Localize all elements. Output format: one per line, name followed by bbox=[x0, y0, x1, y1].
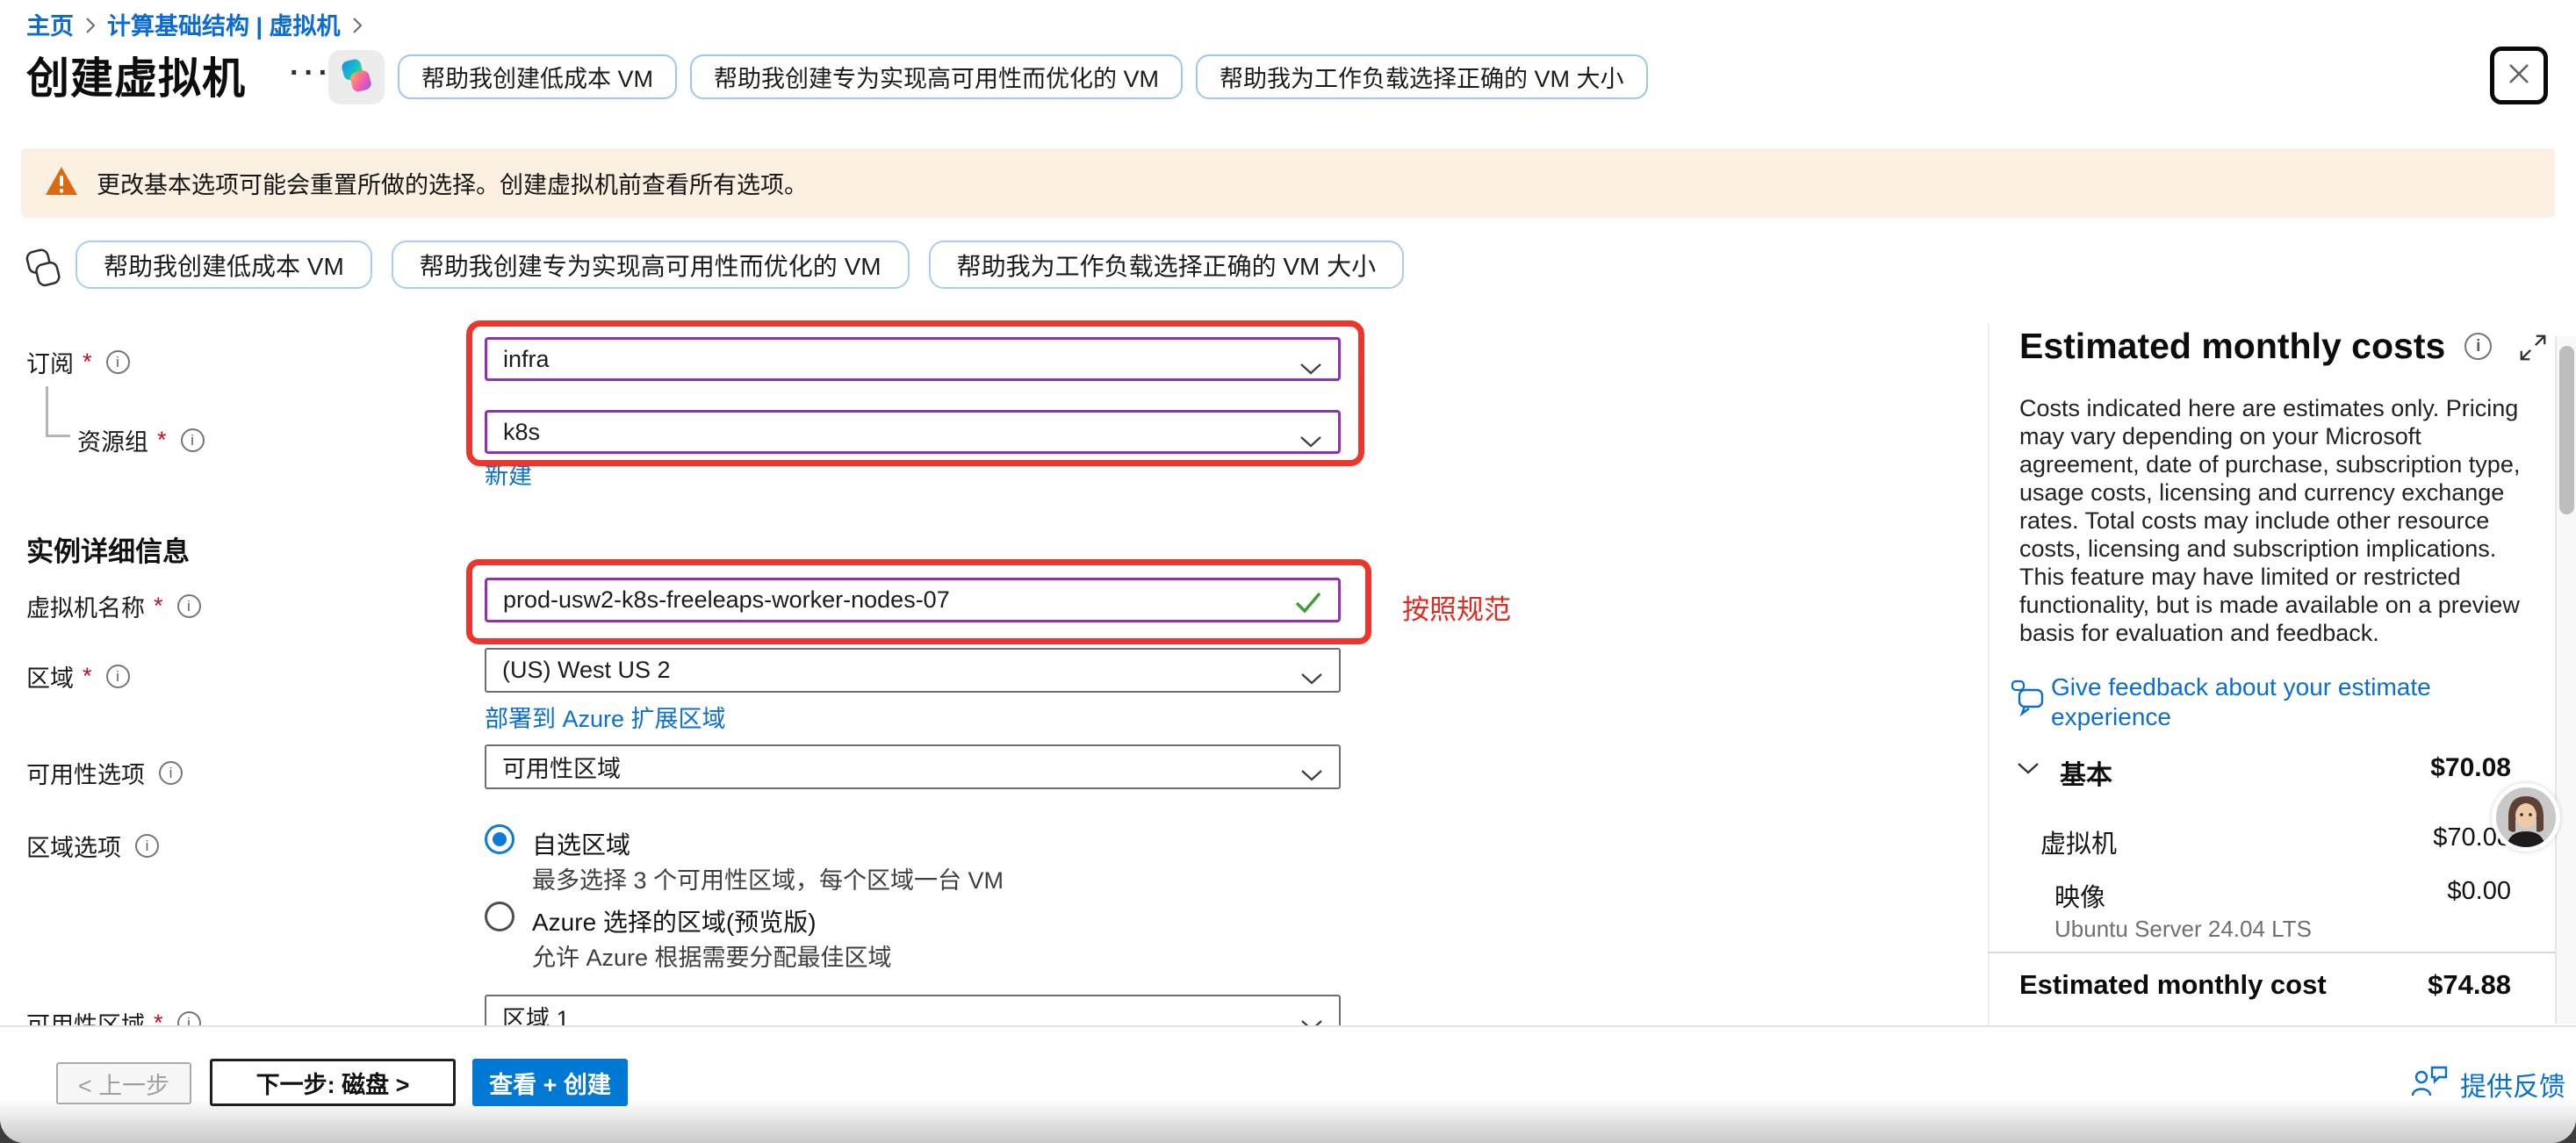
copilot-icon bbox=[338, 57, 375, 98]
cost-row-image-value: $0.00 bbox=[2019, 877, 2511, 906]
cost-total-divider bbox=[1988, 952, 2555, 953]
copilot-suggestion-chips-top: 帮助我创建低成本 VM 帮助我创建专为实现高可用性而优化的 VM 帮助我为工作负… bbox=[398, 54, 1648, 99]
subscription-label: 订阅 * bbox=[26, 345, 130, 379]
feedback-bubbles-icon bbox=[2011, 679, 2046, 722]
resource-group-label: 资源组 * bbox=[77, 423, 205, 457]
create-vm-page: 主页 计算基础结构 | 虚拟机 创建虚拟机 ··· 帮助我创建低成本 VM 帮助… bbox=[0, 0, 2576, 1143]
cost-disclaimer-text: Costs indicated here are estimates only.… bbox=[2019, 394, 2529, 647]
panel-divider bbox=[1988, 323, 1990, 1025]
close-icon bbox=[2505, 60, 2533, 92]
scrollbar-thumb[interactable] bbox=[2559, 346, 2574, 514]
radio-self-selected-zones[interactable] bbox=[485, 824, 514, 854]
page-title: 创建虚拟机 bbox=[26, 44, 246, 106]
give-feedback-link[interactable]: 提供反馈 bbox=[2411, 1064, 2565, 1104]
chevron-down-icon bbox=[1299, 355, 1322, 382]
radio-azure-selected-zones-desc: 允许 Azure 根据需要分配最佳区域 bbox=[532, 938, 892, 973]
chip-right-vm-size[interactable]: 帮助我为工作负载选择正确的 VM 大小 bbox=[1196, 54, 1648, 99]
chip-high-availability-vm[interactable]: 帮助我创建专为实现高可用性而优化的 VM bbox=[690, 54, 1183, 99]
info-icon[interactable] bbox=[177, 594, 201, 618]
warning-banner: 更改基本选项可能会重置所做的选择。创建虚拟机前查看所有选项。 bbox=[21, 148, 2555, 218]
info-icon[interactable] bbox=[135, 834, 159, 858]
radio-self-selected-zones-desc: 最多选择 3 个可用性区域，每个区域一台 VM bbox=[532, 861, 1004, 895]
cost-row-vm-value: $70.08 bbox=[2019, 823, 2511, 852]
next-disks-button[interactable]: 下一步: 磁盘 > bbox=[210, 1059, 456, 1106]
cost-group-basic-value: $70.08 bbox=[2019, 753, 2511, 783]
chevron-down-icon bbox=[1300, 665, 1323, 692]
chip-right-vm-size[interactable]: 帮助我为工作负载选择正确的 VM 大小 bbox=[929, 241, 1405, 289]
breadcrumb: 主页 计算基础结构 | 虚拟机 bbox=[26, 7, 363, 41]
vm-name-input[interactable]: prod-usw2-k8s-freeleaps-worker-nodes-07 bbox=[485, 578, 1341, 622]
chevron-right-icon bbox=[351, 13, 363, 35]
info-icon[interactable] bbox=[181, 428, 205, 452]
radio-azure-selected-zones[interactable] bbox=[485, 902, 514, 931]
instance-details-heading: 实例详细信息 bbox=[26, 529, 190, 569]
vm-name-annotation: 按照规范 bbox=[1402, 587, 1511, 627]
valid-check-icon bbox=[1294, 590, 1322, 621]
previous-button[interactable]: < 上一步 bbox=[56, 1062, 191, 1104]
info-icon[interactable] bbox=[106, 665, 130, 688]
region-label: 区域 * bbox=[26, 659, 130, 694]
close-button[interactable] bbox=[2490, 47, 2548, 104]
copilot-outline-icon bbox=[23, 248, 63, 292]
estimate-feedback-link[interactable]: Give feedback about your estimate experi… bbox=[2051, 672, 2525, 732]
chip-high-availability-vm[interactable]: 帮助我创建专为实现高可用性而优化的 VM bbox=[392, 241, 910, 289]
resource-group-dropdown[interactable]: k8s bbox=[485, 410, 1341, 454]
availability-options-dropdown[interactable]: 可用性区域 bbox=[485, 744, 1341, 789]
subscription-dropdown[interactable]: infra bbox=[485, 337, 1341, 381]
more-options-button[interactable]: ··· bbox=[290, 56, 333, 90]
chip-low-cost-vm[interactable]: 帮助我创建低成本 VM bbox=[398, 54, 677, 99]
warning-icon bbox=[44, 165, 79, 201]
availability-options-label: 可用性选项 bbox=[26, 756, 183, 790]
scrollbar[interactable] bbox=[2555, 336, 2576, 1024]
copilot-suggestion-chips-inline: 帮助我创建低成本 VM 帮助我创建专为实现高可用性而优化的 VM 帮助我为工作负… bbox=[76, 241, 1404, 289]
vm-name-label: 虚拟机名称 * bbox=[26, 589, 201, 623]
collapse-panel-button[interactable] bbox=[2516, 331, 2550, 364]
copilot-button[interactable] bbox=[328, 50, 385, 104]
footer-bar: < 上一步 下一步: 磁盘 > 查看 + 创建 提供反馈 bbox=[0, 1025, 2576, 1143]
info-icon[interactable] bbox=[106, 350, 130, 374]
tree-connector bbox=[46, 386, 70, 437]
feedback-person-icon bbox=[2411, 1064, 2450, 1104]
info-icon[interactable] bbox=[159, 761, 183, 785]
create-new-resource-group-link[interactable]: 新建 bbox=[485, 456, 532, 491]
breadcrumb-section-link[interactable]: 计算基础结构 | 虚拟机 bbox=[107, 7, 341, 41]
chevron-down-icon bbox=[1300, 761, 1323, 788]
breadcrumb-home-link[interactable]: 主页 bbox=[26, 7, 74, 41]
chevron-down-icon bbox=[1299, 428, 1322, 455]
user-avatar[interactable] bbox=[2492, 783, 2560, 852]
deploy-extended-zones-link[interactable]: 部署到 Azure 扩展区域 bbox=[485, 700, 726, 734]
cost-panel-title: Estimated monthly costs bbox=[2019, 326, 2492, 367]
warning-text: 更改基本选项可能会重置所做的选择。创建虚拟机前查看所有选项。 bbox=[97, 166, 808, 200]
cost-row-image-sub: Ubuntu Server 24.04 LTS bbox=[2054, 916, 2312, 943]
estimated-monthly-cost-value: $74.88 bbox=[2019, 969, 2511, 1001]
chevron-right-icon bbox=[84, 13, 97, 35]
radio-azure-selected-zones-label[interactable]: Azure 选择的区域(预览版) bbox=[532, 903, 817, 938]
review-create-button[interactable]: 查看 + 创建 bbox=[472, 1059, 628, 1106]
region-dropdown[interactable]: (US) West US 2 bbox=[485, 648, 1341, 693]
radio-self-selected-zones-label[interactable]: 自选区域 bbox=[532, 826, 630, 861]
info-icon[interactable] bbox=[2464, 333, 2492, 360]
zone-options-label: 区域选项 bbox=[26, 829, 159, 863]
chip-low-cost-vm[interactable]: 帮助我创建低成本 VM bbox=[76, 241, 372, 289]
